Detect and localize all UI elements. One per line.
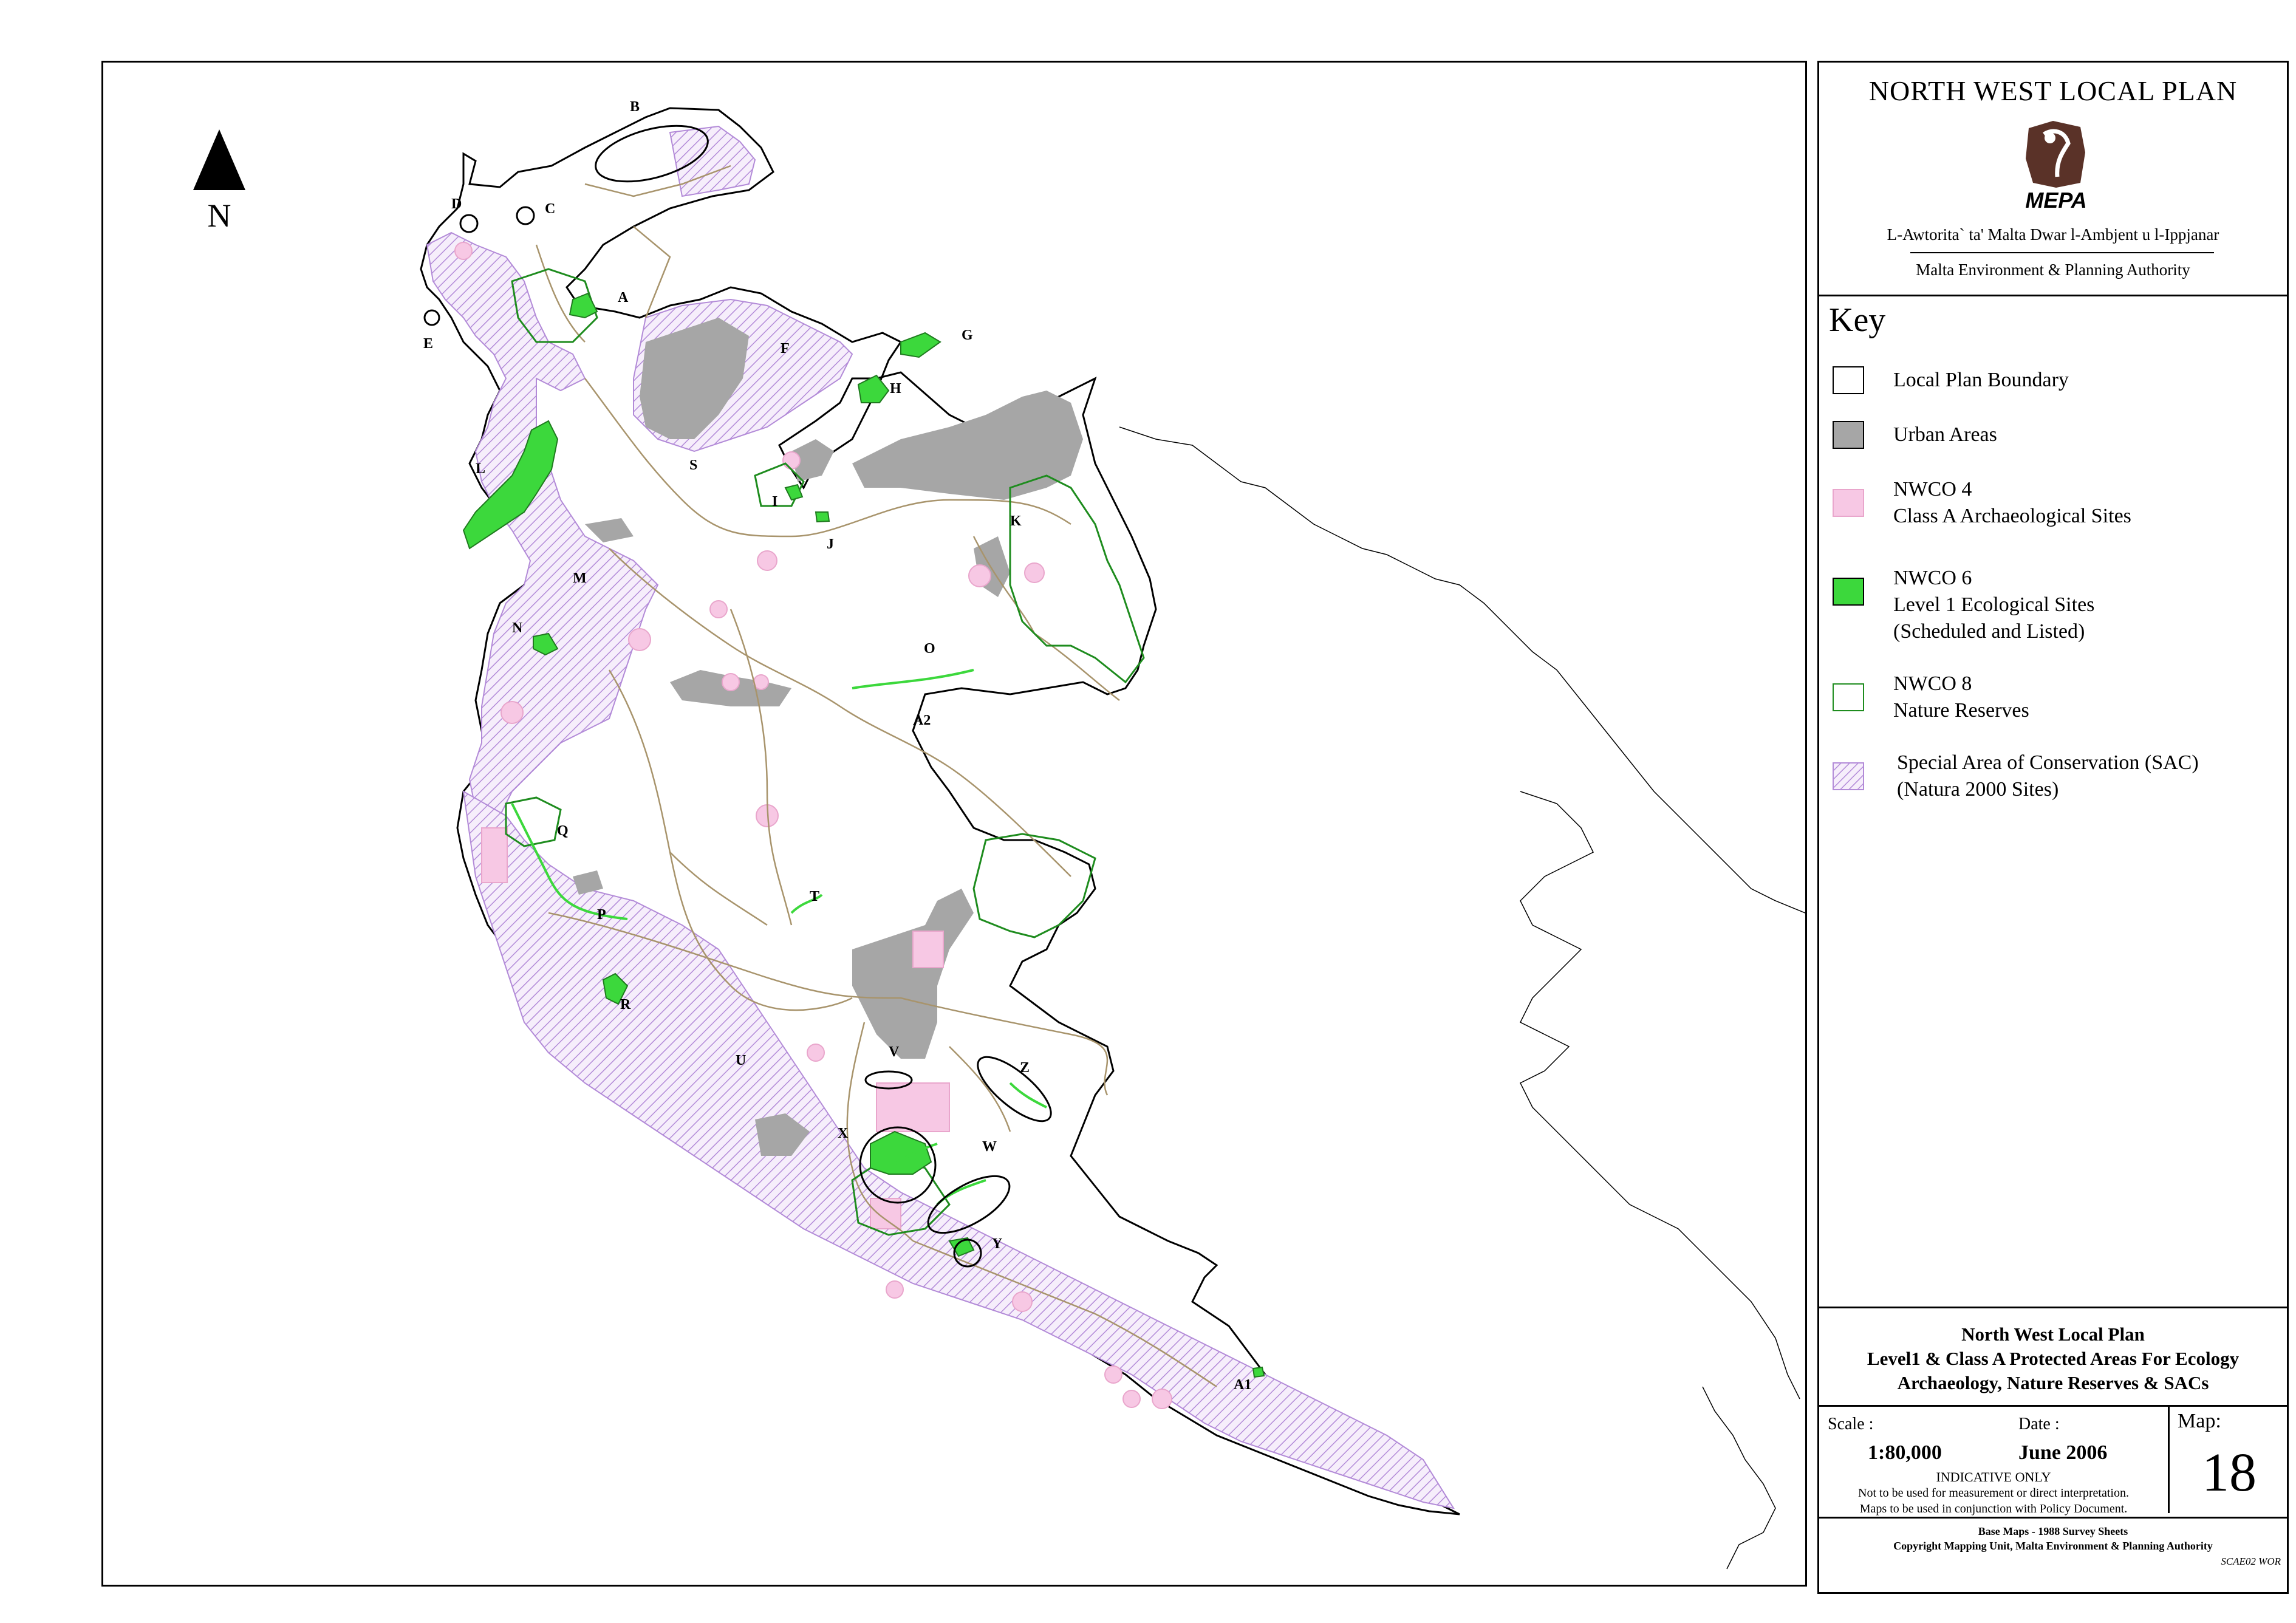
coastline	[1119, 426, 1805, 914]
measurement-note: Not to be used for measurement or direct…	[1858, 1486, 2129, 1500]
plan-title-line: North West Local Plan	[1961, 1324, 2145, 1345]
site-label-j: J	[827, 536, 834, 552]
site-label-a: A	[618, 290, 629, 306]
key-label: Nature Reserves	[1893, 699, 2029, 722]
policy-note: Maps to be used in conjunction with Poli…	[1859, 1502, 2128, 1515]
map-number: 18	[2202, 1443, 2257, 1503]
panel-title: NORTH WEST LOCAL PLAN	[1868, 75, 2238, 106]
header-divider	[1819, 295, 2287, 296]
north-arrow: N	[193, 129, 245, 234]
key-label: Level 1 Ecological Sites	[1893, 593, 2095, 616]
map-canvas: N A B C D E F G H I J K L M N O P Q R S …	[193, 99, 1805, 1570]
coastline-bay	[1519, 791, 1800, 1399]
mepa-logo: MEPA	[2020, 116, 2093, 213]
site-label-z: Z	[1020, 1060, 1030, 1076]
north-arrow-icon	[193, 129, 245, 190]
site-label-p: P	[597, 907, 606, 923]
site-label-g: G	[962, 327, 973, 343]
authority-maltese: L-Awtorita` ta' Malta Dwar l-Ambjent u l…	[1887, 225, 2219, 244]
key-label: (Scheduled and Listed)	[1893, 620, 2085, 643]
map-number-divider	[2168, 1405, 2170, 1513]
key-label: NWCO 4	[1893, 478, 1972, 501]
urban-swatch	[1833, 421, 1864, 449]
site-label-a2: A2	[913, 712, 931, 728]
legend-panel: NORTH WEST LOCAL PLAN MEPA L-Awtorita` t…	[1817, 61, 2289, 1594]
meta-divider	[1819, 1405, 2287, 1407]
plan-title-line: Archaeology, Nature Reserves & SACs	[1897, 1372, 2209, 1393]
site-label-y: Y	[992, 1236, 1002, 1252]
site-label-a1: A1	[1234, 1377, 1251, 1393]
site-label-m: M	[573, 570, 587, 586]
key-label: NWCO 8	[1893, 672, 1972, 695]
coastline-south	[1702, 1386, 1776, 1570]
site-label-x: X	[838, 1126, 849, 1141]
site-label-l: L	[476, 461, 485, 477]
key-label: NWCO 6	[1893, 567, 1972, 589]
site-label-u: U	[736, 1053, 746, 1068]
archaeology-swatch	[1833, 489, 1864, 517]
site-label-d: D	[451, 196, 462, 212]
key-label: (Natura 2000 Sites)	[1897, 778, 2059, 801]
nature-reserve-swatch	[1833, 683, 1864, 711]
site-label-k: K	[1010, 513, 1022, 529]
key-label: Class A Archaeological Sites	[1893, 505, 2131, 527]
boundary-swatch	[1833, 366, 1864, 394]
map-frame: N A B C D E F G H I J K L M N O P Q R S …	[101, 61, 1807, 1587]
ecology-swatch	[1833, 578, 1864, 606]
title-block-divider	[1819, 1307, 2287, 1308]
mepa-logo-text: MEPA	[2025, 188, 2087, 213]
sac-swatch	[1833, 762, 1864, 790]
site-label-h: H	[890, 381, 901, 397]
site-label-r: R	[620, 997, 631, 1013]
site-label-s: S	[689, 457, 697, 473]
date-value: June 2006	[2018, 1441, 2108, 1464]
site-label-o: O	[924, 641, 935, 657]
key-label: Special Area of Conservation (SAC)	[1897, 751, 2199, 774]
site-label-q: Q	[557, 823, 569, 839]
site-label-c: C	[545, 201, 555, 217]
map-number-label: Map:	[2178, 1410, 2221, 1432]
authority-divider	[1910, 252, 2214, 253]
date-label: Date :	[2018, 1415, 2060, 1433]
site-label-b: B	[630, 99, 640, 115]
base-map-credit: Base Maps - 1988 Survey Sheets	[1978, 1525, 2128, 1537]
plan-title-line: Level1 & Class A Protected Areas For Eco…	[1867, 1348, 2240, 1369]
credits-divider	[1819, 1517, 2287, 1519]
site-label-w: W	[982, 1139, 997, 1155]
local-plan-area	[420, 107, 1460, 1515]
file-code: SCAE02 WOR	[2221, 1556, 2281, 1567]
key-label: Urban Areas	[1893, 423, 1997, 446]
site-label-i: I	[772, 494, 777, 510]
key-label: Local Plan Boundary	[1893, 369, 2069, 391]
key-title: Key	[1829, 301, 1886, 339]
site-label-v: V	[889, 1044, 900, 1060]
copyright-credit: Copyright Mapping Unit, Malta Environmen…	[1893, 1540, 2213, 1552]
site-label-e: E	[423, 336, 433, 352]
scale-value: 1:80,000	[1868, 1441, 1942, 1464]
site-label-n: N	[512, 620, 523, 636]
north-label: N	[208, 197, 231, 234]
site-label-t: T	[810, 889, 819, 904]
site-label-f: F	[781, 341, 790, 357]
scale-label: Scale :	[1828, 1415, 1874, 1433]
authority-english: Malta Environment & Planning Authority	[1916, 261, 2190, 279]
indicative-note: INDICATIVE ONLY	[1936, 1469, 2051, 1485]
